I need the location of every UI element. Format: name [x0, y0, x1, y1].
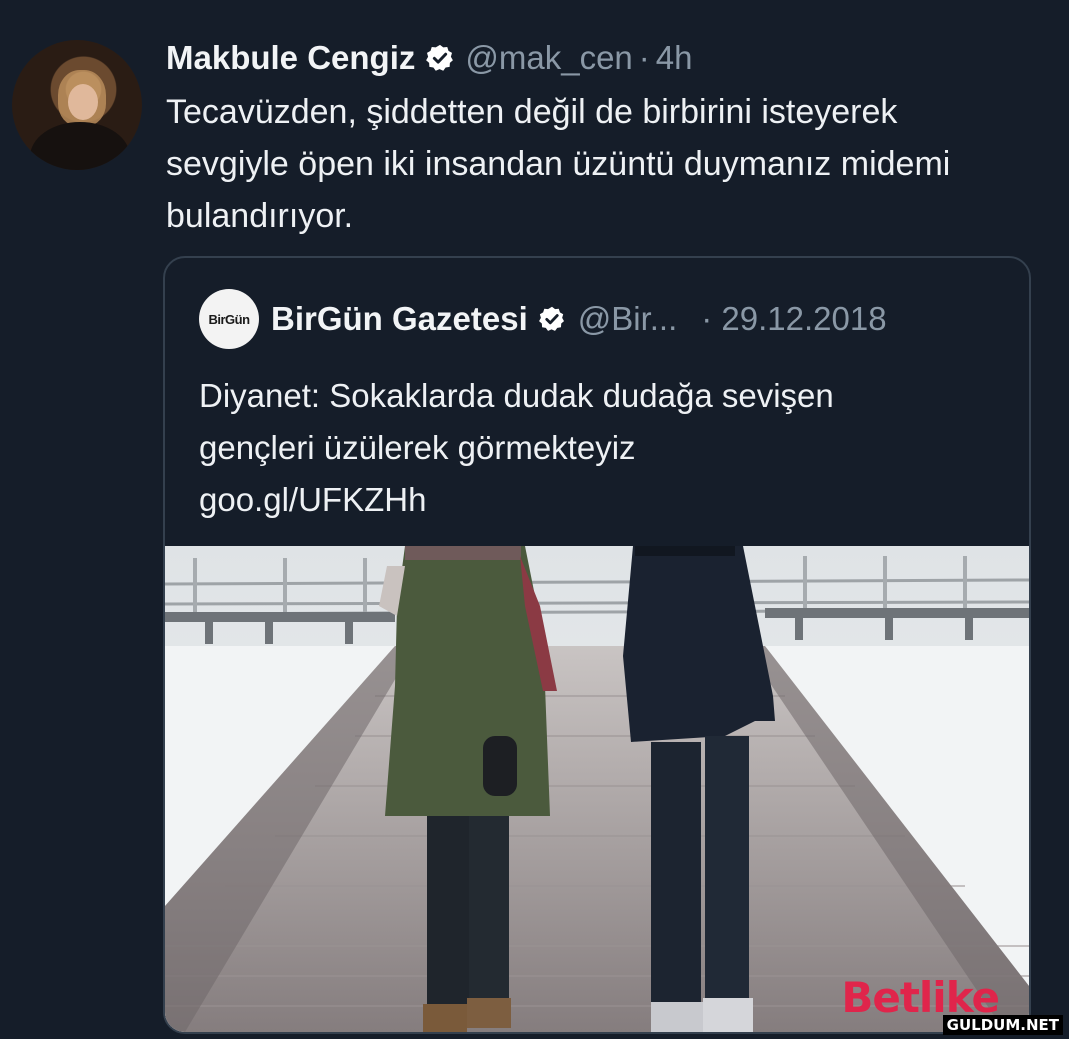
quoted-tweet-card[interactable]: BirGün BirGün Gazetesi @Bir... · 29.12.2… [163, 256, 1031, 1034]
avatar-body [30, 122, 130, 170]
quoted-author-avatar[interactable]: BirGün [199, 289, 259, 349]
quoted-text-line: Diyanet: Sokaklarda dudak dudağa sevişen [199, 377, 834, 414]
quoted-tweet-photo[interactable] [165, 546, 1029, 1032]
site-watermark: GULDUM.NET [942, 1015, 1063, 1035]
birgun-logo-text: BirGün [208, 311, 250, 327]
betlike-watermark-part1: Bet [841, 973, 920, 1022]
quoted-author-handle[interactable]: @Bir... [578, 300, 678, 338]
quoted-tweet-header: BirGün BirGün Gazetesi @Bir... · 29.12.2… [199, 289, 887, 349]
tweet-header: Makbule Cengiz @mak_cen · 4h [166, 38, 693, 78]
tweet-time[interactable]: 4h [656, 39, 693, 77]
quoted-tweet-date: · 29.12.2018 [701, 300, 887, 337]
quoted-author-name[interactable]: BirGün Gazetesi [271, 300, 528, 338]
quoted-link[interactable]: goo.gl/UFKZHh [199, 474, 999, 526]
quoted-text-line: gençleri üzülerek görmekteyiz [199, 429, 636, 466]
time-separator: · [638, 39, 650, 76]
avatar-face [68, 84, 98, 120]
tweet-text: Tecavüzden, şiddetten değil de birbirini… [166, 93, 951, 235]
author-handle[interactable]: @mak_cen [465, 39, 632, 77]
author-avatar[interactable] [12, 40, 142, 170]
verified-badge-icon [426, 44, 454, 71]
quoted-tweet-text: Diyanet: Sokaklarda dudak dudağa sevişen… [199, 370, 999, 526]
verified-badge-icon [538, 306, 564, 331]
author-name[interactable]: Makbule Cengiz [166, 39, 415, 77]
